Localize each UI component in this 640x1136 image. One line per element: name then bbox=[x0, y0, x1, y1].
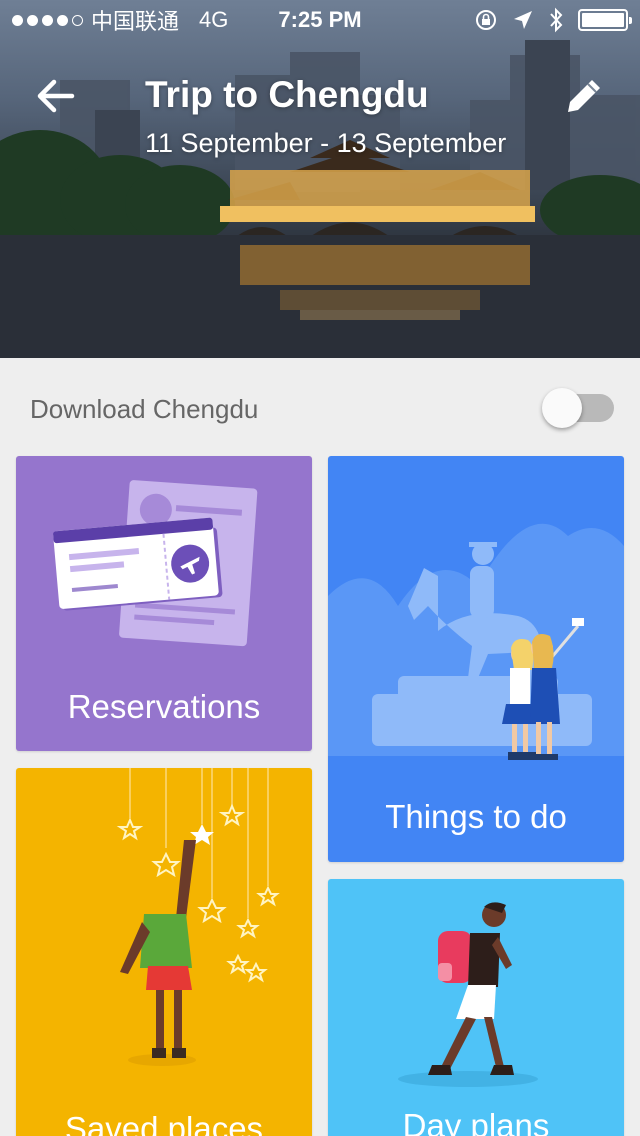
things-to-do-label: Things to do bbox=[385, 798, 567, 835]
backpacker-illustration bbox=[398, 902, 538, 1087]
saved-places-label: Saved places bbox=[64, 1110, 264, 1136]
trip-dates: 11 September - 13 September bbox=[145, 128, 507, 158]
saved-places-card[interactable]: Saved places bbox=[16, 768, 312, 1136]
chengdu-bridge-photo bbox=[0, 40, 640, 358]
arrow-back-icon bbox=[37, 79, 75, 113]
location-arrow-icon bbox=[514, 11, 532, 29]
carrier-name: 中国联通 bbox=[91, 9, 180, 34]
bluetooth-icon bbox=[550, 7, 563, 33]
day-plans-card[interactable]: Day plans bbox=[328, 879, 624, 1136]
girl-with-stars-illustration bbox=[116, 768, 280, 1066]
download-toggle[interactable] bbox=[542, 388, 614, 428]
download-label: Download Chengdu bbox=[30, 394, 259, 424]
battery-icon bbox=[578, 9, 632, 31]
status-bar: 中国联通 4G 7:25 PM bbox=[0, 0, 640, 40]
toggle-knob bbox=[542, 388, 582, 428]
signal-strength-icon bbox=[12, 14, 83, 26]
back-button[interactable] bbox=[34, 76, 78, 116]
reservations-card[interactable]: Reservations bbox=[16, 456, 312, 751]
things-to-do-card[interactable]: Things to do bbox=[328, 456, 624, 862]
day-plans-label: Day plans bbox=[402, 1107, 550, 1136]
reservations-label: Reservations bbox=[67, 688, 261, 725]
hero-image bbox=[0, 0, 640, 358]
rotation-lock-icon bbox=[476, 10, 496, 30]
network-type: 4G bbox=[199, 7, 229, 32]
trip-title: Trip to Chengdu bbox=[145, 74, 429, 115]
pencil-icon bbox=[568, 80, 600, 112]
edit-trip-button[interactable] bbox=[562, 74, 606, 118]
